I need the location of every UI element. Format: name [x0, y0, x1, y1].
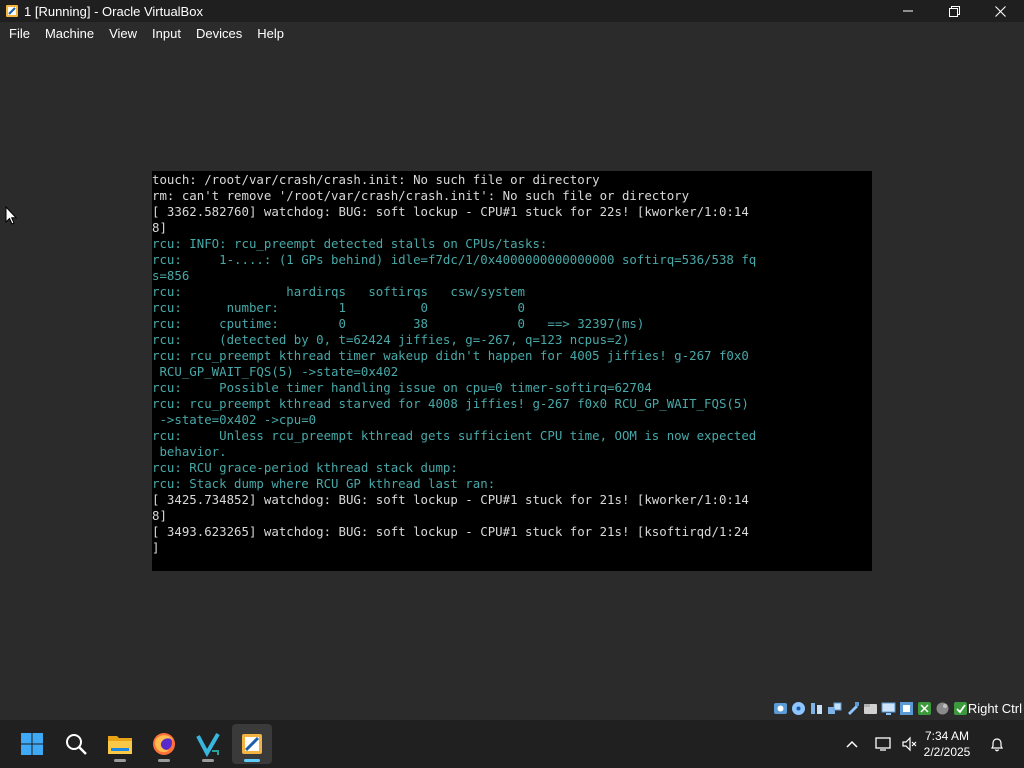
console-line: rcu: Possible timer handling issue on cp…: [152, 380, 652, 395]
running-indicator: [158, 759, 170, 762]
network-status-icon: [875, 737, 891, 751]
search-icon: [66, 734, 87, 755]
console-line: touch: /root/var/crash/crash.init: No su…: [152, 172, 600, 187]
running-indicator: [114, 759, 126, 762]
optical-drive-icon[interactable]: [791, 701, 806, 716]
menu-input[interactable]: Input: [146, 22, 187, 45]
display-icon[interactable]: [881, 701, 896, 716]
virtualbox-app-icon: [5, 4, 19, 18]
console-line: rcu: number: 1 0 0: [152, 300, 525, 315]
console-line: rcu: Stack dump where RCU GP kthread las…: [152, 476, 496, 491]
menu-bar: File Machine View Input Devices Help: [0, 22, 1024, 45]
show-hidden-icons-button[interactable]: [840, 720, 864, 768]
vm-status-bar: Right Ctrl: [0, 698, 1024, 720]
menu-file[interactable]: File: [3, 22, 36, 45]
network-tray-button[interactable]: [872, 720, 896, 768]
console-line: [ 3493.623265] watchdog: BUG: soft locku…: [152, 524, 749, 539]
taskbar: 7:34 AM 2/2/2025: [0, 720, 1024, 768]
console-output: touch: /root/var/crash/crash.init: No su…: [152, 172, 756, 556]
console-line: [ 3362.582760] watchdog: BUG: soft locku…: [152, 204, 749, 219]
vm-console[interactable]: touch: /root/var/crash/crash.init: No su…: [152, 171, 872, 571]
status-icons: [773, 701, 968, 716]
console-line: rcu: rcu_preempt kthread starved for 400…: [152, 396, 749, 411]
vscode-icon: [196, 732, 220, 757]
minimize-button[interactable]: [885, 0, 931, 22]
shared-folders-icon[interactable]: [863, 701, 878, 716]
search-button[interactable]: [56, 724, 96, 764]
console-line: rcu: RCU grace-period kthread stack dump…: [152, 460, 458, 475]
start-icon: [21, 733, 43, 755]
console-line: s=856: [152, 268, 190, 283]
virtualbox-icon: [242, 734, 262, 754]
clock-time: 7:34 AM: [924, 729, 970, 743]
console-line: rcu: INFO: rcu_preempt detected stalls o…: [152, 236, 548, 251]
maximize-button[interactable]: [931, 0, 977, 22]
console-line: [ 3425.734852] watchdog: BUG: soft locku…: [152, 492, 749, 507]
menu-help[interactable]: Help: [251, 22, 290, 45]
running-indicator: [202, 759, 214, 762]
close-icon: [994, 5, 1006, 17]
console-line: rcu: cputime: 0 38 0 ==> 32397(ms): [152, 316, 645, 331]
console-line: rcu: rcu_preempt kthread timer wakeup di…: [152, 348, 749, 363]
restore-icon: [948, 5, 960, 17]
mouse-pointer-icon: [5, 205, 18, 229]
file-explorer-button[interactable]: [100, 724, 140, 764]
recording-icon[interactable]: [899, 701, 914, 716]
menu-machine[interactable]: Machine: [39, 22, 100, 45]
console-line: 8]: [152, 508, 167, 523]
file-explorer-icon: [108, 736, 132, 754]
console-line: behavior.: [152, 444, 227, 459]
console-line: ->state=0x402 ->cpu=0: [152, 412, 317, 427]
chevron-up-icon: [846, 740, 858, 748]
start-button[interactable]: [12, 724, 52, 764]
hard-disk-icon[interactable]: [773, 701, 788, 716]
console-line: rcu: 1-....: (1 GPs behind) idle=f7dc/1/…: [152, 252, 757, 267]
host-key-label[interactable]: Right Ctrl: [968, 701, 1022, 716]
minimize-icon: [903, 10, 913, 12]
virtualbox-button[interactable]: [232, 724, 272, 764]
console-line: 8]: [152, 220, 167, 235]
bell-icon: [991, 738, 1003, 752]
firefox-icon: [153, 733, 175, 755]
keyboard-icon[interactable]: [953, 701, 968, 716]
window-title: 1 [Running] - Oracle VirtualBox: [24, 3, 203, 19]
console-line: RCU_GP_WAIT_FQS(5) ->state=0x402: [152, 364, 399, 379]
firefox-button[interactable]: [144, 724, 184, 764]
console-line: rcu: hardirqs softirqs csw/system: [152, 284, 525, 299]
console-line: ]: [152, 540, 160, 555]
title-bar: 1 [Running] - Oracle VirtualBox: [0, 0, 1024, 22]
clock-date: 2/2/2025: [923, 745, 971, 759]
clock[interactable]: 7:34 AM 2/2/2025: [912, 728, 982, 760]
console-line: rcu: Unless rcu_preempt kthread gets suf…: [152, 428, 757, 443]
cpu-icon[interactable]: [917, 701, 932, 716]
usb-icon[interactable]: [845, 701, 860, 716]
notifications-button[interactable]: [986, 720, 1008, 768]
menu-view[interactable]: View: [103, 22, 143, 45]
mouse-integration-icon[interactable]: [935, 701, 950, 716]
close-button[interactable]: [977, 0, 1023, 22]
menu-devices[interactable]: Devices: [190, 22, 248, 45]
audio-icon[interactable]: [809, 701, 824, 716]
network-icon[interactable]: [827, 701, 842, 716]
active-indicator: [244, 759, 260, 762]
console-line: rm: can't remove '/root/var/crash/crash.…: [152, 188, 690, 203]
console-line: rcu: (detected by 0, t=62424 jiffies, g=…: [152, 332, 630, 347]
vscode-button[interactable]: [188, 724, 228, 764]
